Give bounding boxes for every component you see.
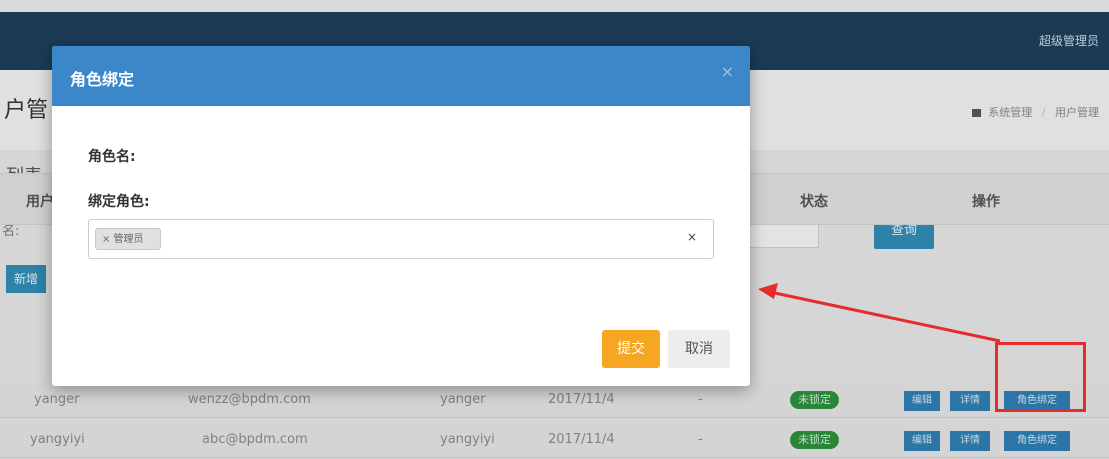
bind-role-label: 绑定角色: [88,194,150,210]
clear-icon[interactable]: × [687,230,697,244]
role-name-label: 角色名: [88,149,136,165]
modal-header: 角色绑定 × [52,46,750,106]
modal-title: 角色绑定 [70,70,135,89]
selected-role-tag[interactable]: × 管理员 [95,228,161,250]
submit-button[interactable]: 提交 [602,330,660,368]
role-select[interactable]: × 管理员 × [88,219,714,259]
role-binding-modal: 角色绑定 × 角色名: 绑定角色: × 管理员 × 提交 取消 [52,46,750,386]
annotation-highlight-box [995,342,1086,412]
close-icon[interactable]: × [721,62,734,81]
cancel-button[interactable]: 取消 [668,330,730,368]
